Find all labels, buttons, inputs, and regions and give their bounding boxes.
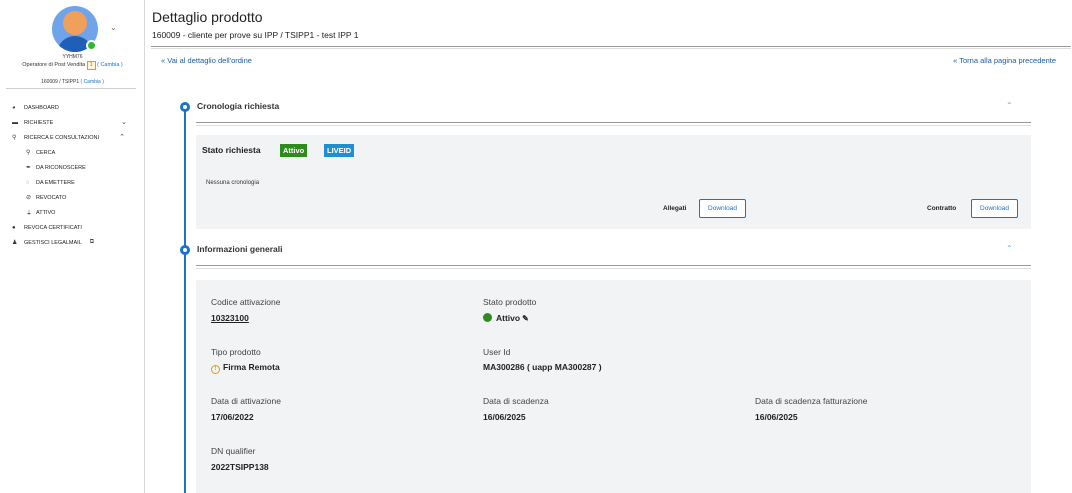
online-status-icon <box>86 40 97 51</box>
product-status-value: Attivo <box>496 313 521 323</box>
client-label: 160009 / TSIPP1 <box>41 79 80 85</box>
billing-expiry-date-label: Data di scadenza fatturazione <box>755 396 868 406</box>
collapse-history-chevron-icon[interactable]: ⌃ <box>1006 101 1013 110</box>
product-status: Attivo ✎ <box>483 313 529 323</box>
product-type-label: Tipo prodotto <box>211 347 261 357</box>
sidebar-divider <box>6 88 136 89</box>
sidebar-item-label: DA RICONOSCERE <box>36 164 86 171</box>
history-section-title: Cronologia richiesta <box>197 101 280 111</box>
sidebar-item-da-emettere[interactable]: ◌ DA EMETTERE <box>0 175 145 190</box>
circle-icon: ● <box>12 224 16 231</box>
role-count-badge: 1 <box>86 61 96 70</box>
avatar[interactable] <box>52 6 98 52</box>
back-link[interactable]: « Torna alla pagina precedente <box>953 56 1056 65</box>
liveid-badge: LIVEID <box>324 144 355 157</box>
sidebar-item-da-riconoscere[interactable]: ✒ DA RICONOSCERE <box>0 160 145 175</box>
sidebar-item-attivo[interactable]: ⏚ ATTIVO <box>0 205 145 220</box>
user-client: 160009 / TSIPP1 ( Cambia ) <box>0 79 145 85</box>
external-link-icon: ⧉ <box>89 239 95 245</box>
active-status-badge: Attivo <box>280 144 308 157</box>
user-id-label: User Id <box>483 347 511 357</box>
clock-warning-icon: ! <box>211 365 220 374</box>
sidebar-item-revoca-certificati[interactable]: ● REVOCA CERTIFICATI <box>0 220 145 235</box>
product-status-label: Stato prodotto <box>483 297 537 307</box>
billing-expiry-date-value: 16/06/2025 <box>755 412 798 422</box>
user-id-value: MA300286 ( uapp MA300287 ) <box>483 362 602 372</box>
users-icon: ♟ <box>12 240 18 246</box>
attachments-label: Allegati <box>663 205 687 212</box>
sidebar-item-dashboard[interactable]: ◕ DASHBOARD <box>0 100 145 115</box>
user-role: Operatore di Post Vendita 1 ( Cambia ) <box>0 61 145 70</box>
search-icon: ⚲ <box>26 150 31 156</box>
activation-code-label: Codice attivazione <box>211 297 281 307</box>
sidebar-item-cerca[interactable]: ⚲ CERCA <box>0 145 145 160</box>
spinner-icon: ◌ <box>26 179 30 186</box>
sidebar-item-label: DA EMETTERE <box>36 179 75 186</box>
header-divider <box>151 46 1071 47</box>
product-type: ! Firma Remota <box>211 362 280 374</box>
chevron-down-icon: ⌄ <box>121 119 127 126</box>
sidebar-item-label: GESTISCI LEGALMAIL <box>24 239 82 246</box>
sidebar-item-label: RICERCA E CONSULTAZIONI <box>24 134 99 141</box>
sidebar-item-label: DASHBOARD <box>24 104 59 111</box>
dn-qualifier-value: 2022TSIPP138 <box>211 462 269 472</box>
timeline-node-icon <box>180 245 190 255</box>
change-role-link[interactable]: ( Cambia ) <box>97 62 123 68</box>
sidebar-item-revocato[interactable]: ⊘ REVOCATO <box>0 190 145 205</box>
contract-download-button[interactable]: Download <box>971 199 1018 218</box>
activation-date-label: Data di attivazione <box>211 396 281 406</box>
expiry-date-value: 16/06/2025 <box>483 412 526 422</box>
sidebar-item-label: ATTIVO <box>36 209 56 216</box>
info-section-divider-secondary <box>196 268 1031 269</box>
history-section-divider <box>196 122 1031 123</box>
plug-icon: ⏚ <box>26 211 33 217</box>
search-icon: ⚲ <box>12 135 17 141</box>
chevron-down-icon[interactable]: ⌄ <box>110 23 117 32</box>
sidebar-item-ricerca[interactable]: ⚲ RICERCA E CONSULTAZIONI ⌃ <box>0 130 145 145</box>
collapse-info-chevron-icon[interactable]: ⌃ <box>1006 244 1013 253</box>
user-role-label: Operatore di Post Vendita <box>22 62 86 68</box>
header-divider-secondary <box>151 48 1071 49</box>
info-section-title: Informazioni generali <box>197 244 283 254</box>
attachments-download-button[interactable]: Download <box>699 199 746 218</box>
activation-code-value[interactable]: 10323100 <box>211 313 249 323</box>
order-detail-link[interactable]: « Vai al dettaglio dell'ordine <box>161 56 252 65</box>
sidebar-item-label: REVOCA CERTIFICATI <box>24 224 82 231</box>
dn-qualifier-label: DN qualifier <box>211 446 256 456</box>
user-name: YYHM76 <box>62 54 83 60</box>
timeline-node-icon <box>180 102 190 112</box>
info-panel <box>196 280 1031 493</box>
pencil-icon[interactable]: ✎ <box>522 314 529 323</box>
request-status-label: Stato richiesta <box>202 145 261 155</box>
page-subtitle: 160009 - cliente per prove su IPP / TSIP… <box>152 30 359 40</box>
sidebar-nav: ◕ DASHBOARD ▬ RICHIESTE ⌄ ⚲ RICERCA E CO… <box>0 100 145 250</box>
speedometer-icon: ◕ <box>12 104 16 111</box>
history-panel <box>196 135 1031 229</box>
chevron-up-icon: ⌃ <box>119 134 125 141</box>
timeline-line <box>184 107 186 493</box>
info-section-divider <box>196 265 1031 266</box>
product-type-value: Firma Remota <box>223 362 280 372</box>
sidebar-item-label: REVOCATO <box>36 194 67 201</box>
history-section-divider-secondary <box>196 125 1031 126</box>
briefcase-icon: ▬ <box>12 119 18 126</box>
pen-icon: ✒ <box>26 165 32 171</box>
sidebar: ⌄ YYHM76 Operatore di Post Vendita 1 ( C… <box>0 0 145 493</box>
expiry-date-label: Data di scadenza <box>483 396 549 406</box>
activation-date-value: 17/06/2022 <box>211 412 254 422</box>
ban-icon: ⊘ <box>26 195 32 201</box>
empty-history-text: Nessuna cronologia <box>206 180 260 186</box>
sidebar-item-label: RICHIESTE <box>24 119 54 126</box>
sidebar-item-label: CERCA <box>36 149 56 156</box>
contract-label: Contratto <box>927 205 957 212</box>
sidebar-item-legalmail[interactable]: ♟ GESTISCI LEGALMAIL ⧉ <box>0 235 145 250</box>
page-title: Dettaglio prodotto <box>152 9 263 25</box>
change-client-link[interactable]: ( Cambia ) <box>81 79 104 85</box>
sidebar-item-richieste[interactable]: ▬ RICHIESTE ⌄ <box>0 115 145 130</box>
active-status-dot-icon <box>483 313 492 322</box>
